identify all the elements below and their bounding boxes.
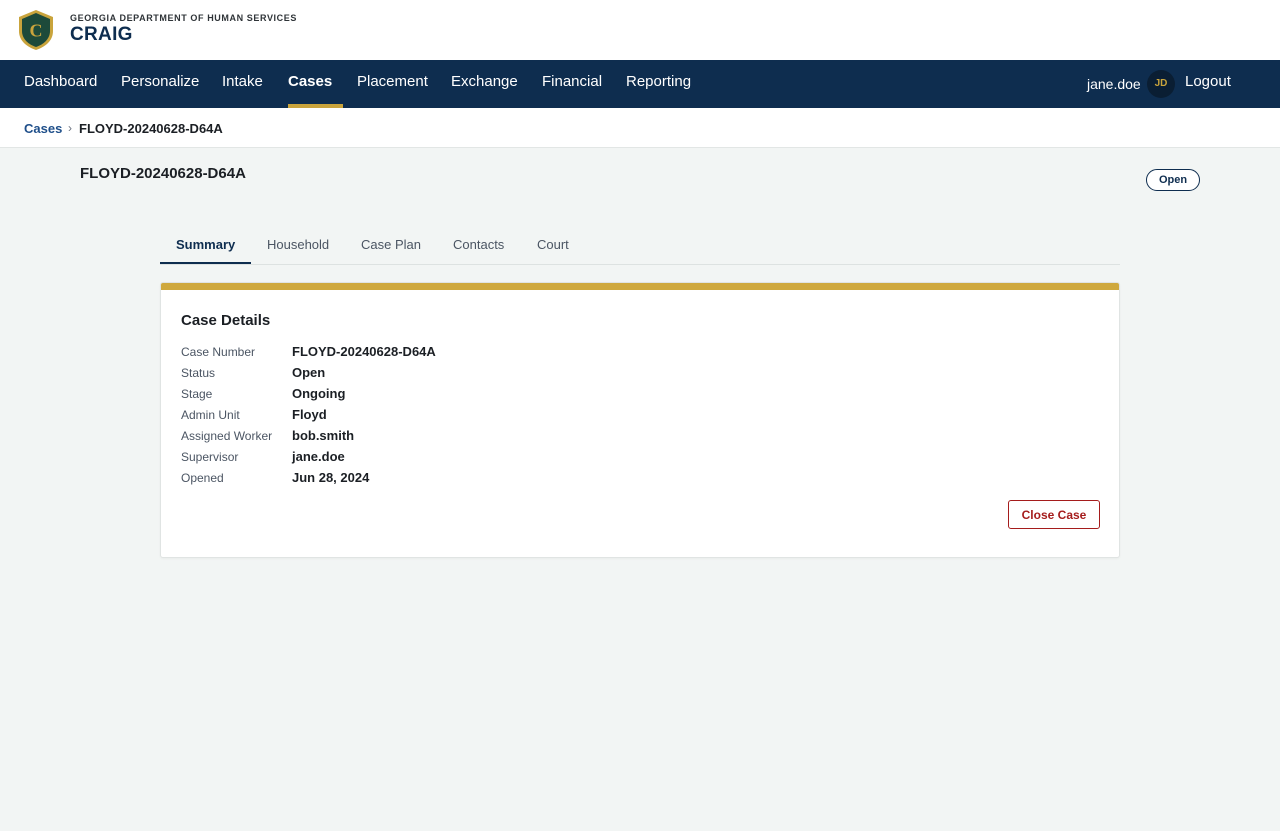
tab-household[interactable]: Household xyxy=(267,228,329,264)
avatar[interactable]: JD xyxy=(1147,70,1175,98)
nav-dashboard[interactable]: Dashboard xyxy=(24,60,97,108)
case-tabs: Summary Household Case Plan Contacts Cou… xyxy=(160,228,1120,265)
breadcrumb-current: FLOYD-20240628-D64A xyxy=(79,121,223,136)
detail-label-admin-unit: Admin Unit xyxy=(181,408,240,422)
page-title: FLOYD-20240628-D64A xyxy=(80,165,246,182)
nav-exchange[interactable]: Exchange xyxy=(451,60,518,108)
breadcrumb-cases-link[interactable]: Cases xyxy=(24,121,62,136)
detail-label-status: Status xyxy=(181,366,216,380)
logo-letter: C xyxy=(30,21,43,41)
tab-summary[interactable]: Summary xyxy=(176,228,235,264)
app-header: C GEORGIA DEPARTMENT OF HUMAN SERVICES C… xyxy=(0,0,1280,60)
detail-value-supervisor: jane.doe xyxy=(292,449,345,464)
detail-label-opened: Opened xyxy=(181,471,224,485)
tab-active-indicator xyxy=(160,262,251,264)
status-badge: Open xyxy=(1146,169,1200,191)
case-details-card: Case Details Case Number FLOYD-20240628-… xyxy=(160,282,1120,558)
detail-label-supervisor: Supervisor xyxy=(181,450,239,464)
detail-label-stage: Stage xyxy=(181,387,213,401)
detail-value-status: Open xyxy=(292,365,326,380)
nav-financial[interactable]: Financial xyxy=(542,60,602,108)
chevron-right-icon: › xyxy=(68,121,72,135)
card-accent-bar xyxy=(161,283,1119,290)
nav-reporting[interactable]: Reporting xyxy=(626,60,691,108)
detail-value-admin-unit: Floyd xyxy=(292,407,327,422)
nav-cases[interactable]: Cases xyxy=(288,60,332,108)
detail-label-assigned-worker: Assigned Worker xyxy=(181,429,273,443)
detail-value-opened: Jun 28, 2024 xyxy=(292,470,370,485)
detail-value-assigned-worker: bob.smith xyxy=(292,428,355,443)
logout-link[interactable]: Logout xyxy=(1185,60,1231,108)
nav-intake[interactable]: Intake xyxy=(222,60,263,108)
user-name: jane.doe xyxy=(1087,76,1141,92)
detail-value-case-number: FLOYD-20240628-D64A xyxy=(292,344,436,359)
app-name: CRAIG xyxy=(70,24,133,45)
tab-court[interactable]: Court xyxy=(537,228,569,264)
detail-label-case-number: Case Number xyxy=(181,345,256,359)
nav-personalize[interactable]: Personalize xyxy=(121,60,199,108)
nav-placement[interactable]: Placement xyxy=(357,60,428,108)
tab-contacts[interactable]: Contacts xyxy=(453,228,504,264)
detail-value-stage: Ongoing xyxy=(292,386,346,401)
tab-case-plan[interactable]: Case Plan xyxy=(361,228,421,264)
breadcrumb: Cases › FLOYD-20240628-D64A xyxy=(0,108,1280,148)
agency-name: GEORGIA DEPARTMENT OF HUMAN SERVICES xyxy=(70,13,297,23)
shield-logo-icon: C xyxy=(19,10,53,50)
card-title: Case Details xyxy=(181,312,271,329)
close-case-button[interactable]: Close Case xyxy=(1008,500,1100,529)
